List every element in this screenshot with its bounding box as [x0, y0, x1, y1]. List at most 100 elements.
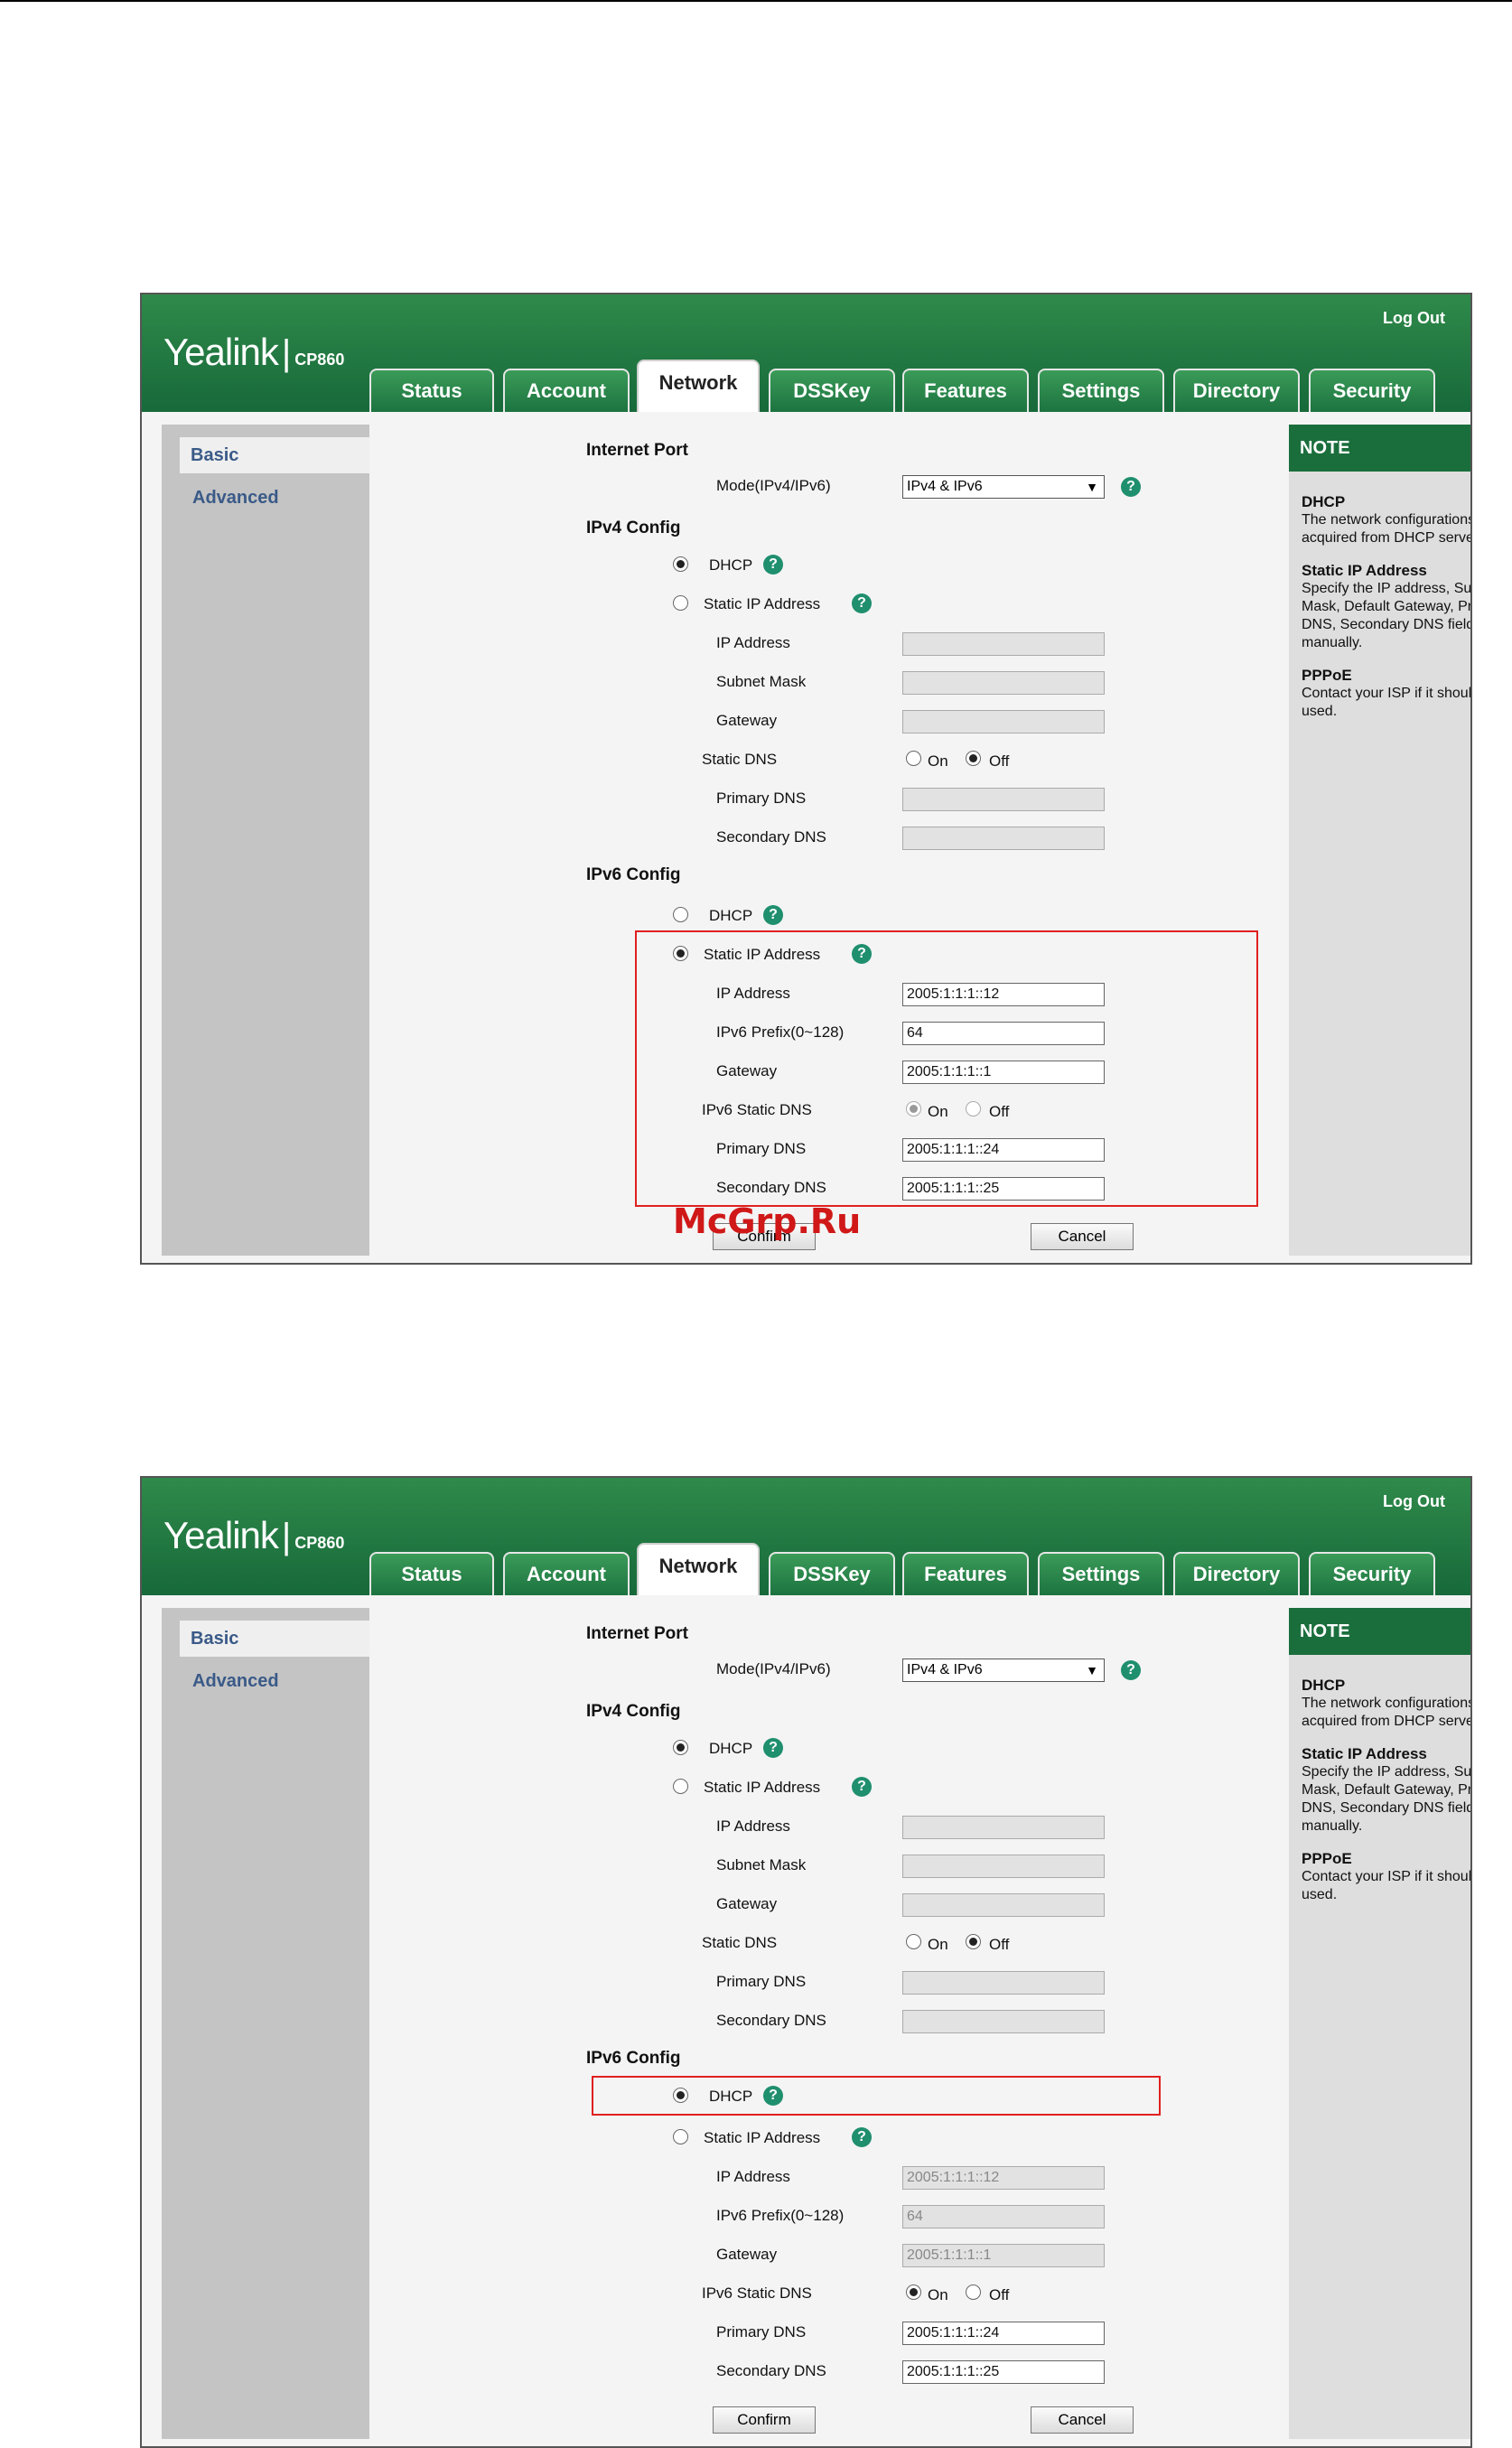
tab-status[interactable]: Status — [369, 1552, 494, 1595]
note-pppoe-text: Contact your ISP if it should be used. — [1302, 1869, 1472, 1902]
ipv6-dns-on-radio[interactable] — [906, 2284, 921, 2300]
note-body: DHCP The network configurations will be … — [1302, 493, 1470, 735]
ipv4-secondary-dns-input[interactable] — [902, 2010, 1105, 2033]
tab-settings[interactable]: Settings — [1038, 1552, 1164, 1595]
watermark: McGrp.Ru — [673, 1201, 862, 1241]
ipv4-subnet-input[interactable] — [902, 671, 1105, 695]
screenshot-static-ipv6: Log Out Yealink | CP860 Status Account Net… — [140, 293, 1472, 1265]
ipv4-ip-input[interactable] — [902, 632, 1105, 656]
note-dhcp-title: DHCP — [1302, 1677, 1346, 1694]
help-icon[interactable]: ? — [1121, 1660, 1141, 1680]
tab-network[interactable]: Network — [637, 360, 760, 412]
screenshot-dhcp-ipv6: Log Out Yealink | CP860 Status Account Net… — [140, 1476, 1472, 2448]
logo-separator: | — [281, 333, 292, 373]
tab-account[interactable]: Account — [503, 369, 630, 412]
sidebar-item-basic[interactable]: Basic — [180, 437, 369, 473]
ipv6-dhcp-radio[interactable] — [673, 2088, 688, 2103]
tab-dsskey[interactable]: DSSKey — [769, 1552, 895, 1595]
sidebar-item-advanced[interactable]: Advanced — [192, 488, 279, 509]
ipv4-dhcp-radio[interactable] — [673, 1740, 688, 1755]
ipv4-primary-dns-input[interactable] — [902, 1971, 1105, 1995]
ipv6-gateway-label: Gateway — [716, 2246, 778, 2263]
help-icon[interactable]: ? — [852, 944, 872, 964]
ipv6-dns-on-label: On — [928, 2286, 948, 2303]
note-title: NOTE — [1289, 1608, 1470, 1655]
note-dhcp-text: The network configurations will be acqui… — [1302, 1696, 1472, 1729]
ipv6-ip-label: IP Address — [716, 985, 790, 1002]
ipv4-dns-off-radio[interactable] — [966, 1934, 981, 1949]
ipv4-gateway-input[interactable] — [902, 710, 1105, 733]
ipv4-static-dns-label: Static DNS — [702, 751, 778, 768]
ipv4-dhcp-radio[interactable] — [673, 556, 688, 572]
logo-model: CP860 — [294, 350, 345, 369]
ipv4-subnet-input[interactable] — [902, 1855, 1105, 1878]
logout-link[interactable]: Log Out — [1383, 309, 1445, 328]
tab-network[interactable]: Network — [637, 1543, 760, 1595]
mode-select[interactable]: IPv4 & IPv6 ▼ — [902, 475, 1105, 499]
ipv6-dns-off-radio[interactable] — [966, 1101, 981, 1117]
sidebar: Basic Advanced — [162, 425, 369, 1256]
help-icon[interactable]: ? — [763, 2086, 783, 2106]
ipv6-dhcp-radio[interactable] — [673, 907, 688, 922]
tab-security[interactable]: Security — [1309, 1552, 1435, 1595]
ipv4-dns-off-label: Off — [989, 1936, 1010, 1953]
ipv6-primary-dns-input[interactable]: 2005:1:1:1::24 — [902, 2322, 1105, 2345]
tab-directory[interactable]: Directory — [1173, 1552, 1300, 1595]
ipv6-prefix-input[interactable]: 64 — [902, 1022, 1105, 1045]
tab-status[interactable]: Status — [369, 369, 494, 412]
ipv6-secondary-dns-input[interactable]: 2005:1:1:1::25 — [902, 2360, 1105, 2384]
ipv4-secondary-dns-input[interactable] — [902, 827, 1105, 850]
ipv4-static-radio[interactable] — [673, 1779, 688, 1794]
tab-account[interactable]: Account — [503, 1552, 630, 1595]
tab-features[interactable]: Features — [902, 369, 1029, 412]
cancel-button[interactable]: Cancel — [1031, 2406, 1134, 2434]
sidebar-item-advanced[interactable]: Advanced — [192, 1671, 279, 1692]
logout-link[interactable]: Log Out — [1383, 1492, 1445, 1511]
ipv6-ip-input[interactable]: 2005:1:1:1::12 — [902, 983, 1105, 1006]
confirm-button[interactable]: Confirm — [713, 2406, 816, 2434]
ipv6-gateway-input[interactable]: 2005:1:1:1::1 — [902, 1060, 1105, 1084]
ipv6-static-dns-label: IPv6 Static DNS — [702, 1101, 812, 1118]
ipv6-prefix-label: IPv6 Prefix(0~128) — [716, 1023, 845, 1041]
tab-features[interactable]: Features — [902, 1552, 1029, 1595]
help-icon[interactable]: ? — [852, 2127, 872, 2147]
help-icon[interactable]: ? — [763, 1738, 783, 1758]
ipv4-gateway-label: Gateway — [716, 712, 778, 729]
help-icon[interactable]: ? — [1121, 477, 1141, 497]
ipv4-dns-on-radio[interactable] — [906, 1934, 921, 1949]
ipv6-ip-input[interactable]: 2005:1:1:1::12 — [902, 2166, 1105, 2190]
ipv6-gateway-input[interactable]: 2005:1:1:1::1 — [902, 2244, 1105, 2267]
sidebar-item-basic[interactable]: Basic — [180, 1621, 369, 1657]
tab-settings[interactable]: Settings — [1038, 369, 1164, 412]
cancel-button[interactable]: Cancel — [1031, 1223, 1134, 1250]
ipv4-dns-off-radio[interactable] — [966, 751, 981, 766]
ipv6-dns-off-radio[interactable] — [966, 2284, 981, 2300]
tab-directory[interactable]: Directory — [1173, 369, 1300, 412]
mode-select[interactable]: IPv4 & IPv6 ▼ — [902, 1658, 1105, 1682]
ipv4-static-label: Static IP Address — [704, 595, 821, 612]
ipv6-primary-dns-input[interactable]: 2005:1:1:1::24 — [902, 1138, 1105, 1162]
ipv6-static-radio[interactable] — [673, 2129, 688, 2144]
header-bar: Log Out Yealink | CP860 Status Account Net… — [142, 294, 1470, 412]
help-icon[interactable]: ? — [852, 593, 872, 613]
ipv4-static-label: Static IP Address — [704, 1779, 821, 1796]
ipv4-dns-on-label: On — [928, 1936, 948, 1953]
tab-security[interactable]: Security — [1309, 369, 1435, 412]
ipv4-primary-dns-input[interactable] — [902, 788, 1105, 811]
ipv6-static-radio[interactable] — [673, 946, 688, 961]
help-icon[interactable]: ? — [763, 555, 783, 575]
help-icon[interactable]: ? — [763, 905, 783, 925]
ipv6-secondary-dns-label: Secondary DNS — [716, 2362, 826, 2379]
help-icon[interactable]: ? — [852, 1777, 872, 1797]
ipv4-dns-on-label: On — [928, 752, 948, 770]
ipv6-prefix-input[interactable]: 64 — [902, 2205, 1105, 2228]
tab-dsskey[interactable]: DSSKey — [769, 369, 895, 412]
ipv4-dns-on-radio[interactable] — [906, 751, 921, 766]
network-form: Internet Port Mode(IPv4/IPv6) IPv4 & IPv… — [386, 412, 1280, 1263]
ipv4-ip-input[interactable] — [902, 1816, 1105, 1839]
logo-separator: | — [281, 1517, 292, 1556]
ipv6-secondary-dns-input[interactable]: 2005:1:1:1::25 — [902, 1177, 1105, 1201]
ipv4-gateway-input[interactable] — [902, 1893, 1105, 1917]
ipv4-static-radio[interactable] — [673, 595, 688, 611]
ipv6-dns-on-radio[interactable] — [906, 1101, 921, 1117]
